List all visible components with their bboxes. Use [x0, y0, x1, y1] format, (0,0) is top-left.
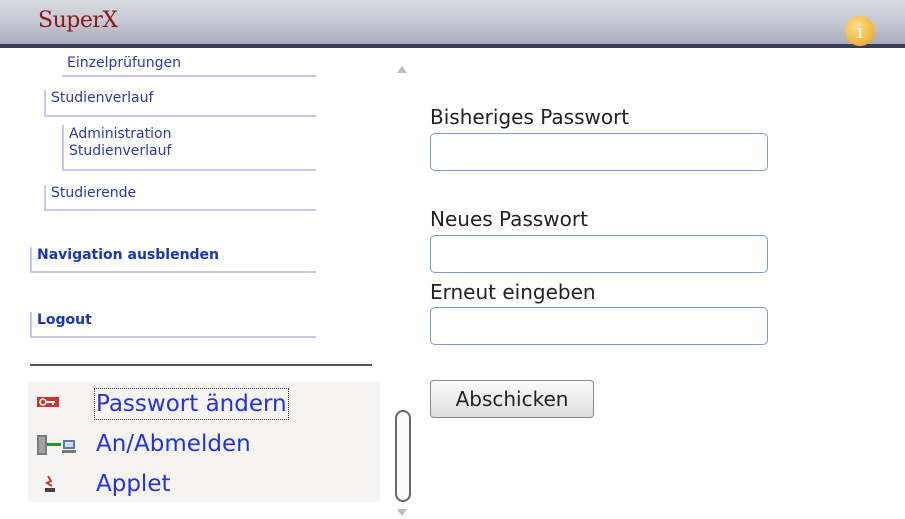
nav-item-label: Logout: [37, 312, 92, 328]
applet-link[interactable]: Applet: [96, 470, 171, 498]
nav-item-studierende[interactable]: Studierende: [44, 185, 316, 211]
tools-panel: Passwort ändern An/Abmelden Applet: [28, 382, 380, 502]
nav-item-administration-studienverlauf[interactable]: Administration Studienverlauf: [62, 125, 316, 171]
nav-item-label-line2: Studienverlauf: [69, 143, 172, 159]
repeat-password-label: Erneut eingeben: [430, 280, 596, 304]
nav-item-einzelpruefungen[interactable]: Einzelprüfungen: [62, 55, 316, 77]
new-password-field[interactable]: [430, 235, 768, 273]
java-applet-icon: [42, 474, 58, 498]
nav-toggle-link[interactable]: Navigation ausblenden: [30, 247, 316, 273]
nav-item-label: Studierende: [51, 185, 137, 201]
nav-item-label: Navigation ausblenden: [37, 247, 220, 263]
key-icon: [37, 394, 59, 413]
nav-item-studienverlauf[interactable]: Studienverlauf: [44, 90, 316, 117]
new-password-label: Neues Passwort: [430, 207, 588, 231]
logout-link[interactable]: Logout: [30, 312, 316, 338]
app-header: SuperX i: [0, 0, 905, 48]
sidebar-nav: Einzelprüfungen Studienverlauf Administr…: [0, 52, 390, 519]
scroll-up-icon[interactable]: [397, 66, 407, 73]
info-icon[interactable]: i: [845, 16, 875, 46]
scroll-down-icon[interactable]: [397, 509, 407, 516]
network-icon: [37, 434, 93, 460]
submit-button[interactable]: Abschicken: [430, 380, 594, 418]
old-password-label: Bisheriges Passwort: [430, 105, 630, 129]
nav-item-label: Einzelprüfungen: [67, 55, 182, 71]
repeat-password-field[interactable]: [430, 307, 768, 345]
brand-logo: SuperX: [38, 8, 118, 33]
change-password-link[interactable]: Passwort ändern: [94, 388, 289, 420]
nav-item-label: Studienverlauf: [51, 90, 154, 106]
login-logout-link[interactable]: An/Abmelden: [96, 430, 251, 458]
divider: [30, 364, 372, 366]
old-password-field[interactable]: [430, 133, 768, 171]
sidebar-scrollbar[interactable]: [390, 52, 414, 519]
scroll-thumb[interactable]: [395, 410, 411, 502]
nav-item-label-line1: Administration: [69, 126, 172, 142]
